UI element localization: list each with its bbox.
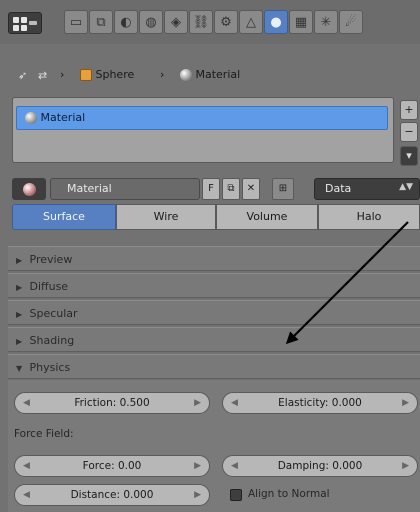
- node-toggle-button[interactable]: ⊞: [272, 178, 294, 200]
- decrement-arrow-icon[interactable]: ◀: [23, 393, 30, 413]
- add-slot-button[interactable]: +: [400, 100, 418, 120]
- link-type-value: Data: [325, 182, 352, 195]
- texture-icon[interactable]: ▦: [289, 10, 313, 34]
- distance-field[interactable]: ◀ Distance: 0.000 ▶: [14, 484, 210, 506]
- breadcrumb-separator-2: ›: [160, 68, 165, 81]
- remove-slot-button[interactable]: −: [400, 122, 418, 142]
- material-slot-label: Material: [40, 111, 86, 124]
- decrement-arrow-icon[interactable]: ◀: [23, 456, 30, 476]
- mesh-object-icon: [80, 69, 92, 81]
- world-icon[interactable]: ◍: [139, 10, 163, 34]
- new-material-button[interactable]: ⧉: [222, 178, 240, 200]
- breadcrumb-separator: ›: [60, 68, 65, 81]
- panel-preview-header[interactable]: ▶ Preview: [8, 246, 420, 271]
- scene-crumb-icon: ⇄: [38, 68, 48, 82]
- tab-wire[interactable]: Wire: [116, 204, 216, 230]
- panel-diffuse-header[interactable]: ▶ Diffuse: [8, 273, 420, 298]
- collapsed-triangle-icon: ▶: [16, 337, 23, 346]
- render-icon[interactable]: ▭: [64, 10, 88, 34]
- distance-value: Distance: 0.000: [70, 489, 154, 501]
- unlink-material-button[interactable]: ✕: [242, 178, 260, 200]
- panel-specular-title: Specular: [29, 307, 78, 320]
- panel-physics-header[interactable]: ▼ Physics: [8, 354, 420, 379]
- tab-halo[interactable]: Halo: [318, 204, 420, 230]
- increment-arrow-icon[interactable]: ▶: [402, 456, 409, 476]
- data-icon[interactable]: △: [239, 10, 263, 34]
- slot-specials-menu-button[interactable]: ▾: [400, 146, 418, 166]
- pin-icon[interactable]: ➶: [18, 68, 27, 82]
- increment-arrow-icon[interactable]: ▶: [194, 456, 201, 476]
- panel-preview-title: Preview: [29, 253, 73, 266]
- material-ball-icon: [25, 112, 37, 124]
- panel-shading-header[interactable]: ▶ Shading: [8, 327, 420, 352]
- breadcrumb-material-label: Material: [195, 68, 241, 81]
- increment-arrow-icon[interactable]: ▶: [402, 393, 409, 413]
- panel-diffuse-title: Diffuse: [29, 280, 69, 293]
- render-layers-icon[interactable]: ⧉: [89, 10, 113, 34]
- damping-value: Damping: 0.000: [277, 460, 363, 472]
- collapsed-triangle-icon: ▶: [16, 283, 23, 292]
- panel-specular-header[interactable]: ▶ Specular: [8, 300, 420, 325]
- elasticity-value: Elasticity: 0.000: [278, 397, 362, 409]
- material-ball-icon: [180, 69, 192, 81]
- panel-shading-title: Shading: [29, 334, 75, 347]
- friction-value: Friction: 0.500: [74, 397, 150, 409]
- increment-arrow-icon[interactable]: ▶: [194, 393, 201, 413]
- collapsed-triangle-icon: ▶: [16, 310, 23, 319]
- friction-field[interactable]: ◀ Friction: 0.500 ▶: [14, 392, 210, 414]
- link-type-dropdown[interactable]: Data ▲▼: [314, 178, 420, 200]
- collapsed-triangle-icon: ▶: [16, 256, 23, 265]
- force-field[interactable]: ◀ Force: 0.00 ▶: [14, 455, 210, 477]
- panel-physics-title: Physics: [29, 361, 71, 374]
- material-browse-button[interactable]: [12, 178, 46, 200]
- properties-header: ▭ ⧉ ◐ ◍ ◈ ⛓ ⚙ △ ● ▦ ✳ ☄: [0, 0, 420, 44]
- expanded-triangle-icon: ▼: [16, 364, 23, 373]
- tab-surface[interactable]: Surface: [12, 204, 116, 230]
- material-name-field[interactable]: Material: [50, 178, 200, 200]
- material-datablock-row: Material F ⧉ ✕ ⊞ Data ▲▼: [12, 178, 420, 200]
- particles-icon[interactable]: ✳: [314, 10, 338, 34]
- breadcrumb-object[interactable]: Sphere: [80, 68, 134, 81]
- decrement-arrow-icon[interactable]: ◀: [23, 485, 30, 505]
- physics-icon[interactable]: ☄: [339, 10, 363, 34]
- decrement-arrow-icon[interactable]: ◀: [231, 393, 238, 413]
- material-slot-item[interactable]: Material: [16, 106, 388, 130]
- increment-arrow-icon[interactable]: ▶: [194, 485, 201, 505]
- material-icon[interactable]: ●: [264, 10, 288, 34]
- object-icon[interactable]: ◈: [164, 10, 188, 34]
- elasticity-field[interactable]: ◀ Elasticity: 0.000 ▶: [222, 392, 418, 414]
- breadcrumb-object-label: Sphere: [95, 68, 135, 81]
- modifiers-icon[interactable]: ⚙: [214, 10, 238, 34]
- dropdown-arrows-icon: ▲▼: [399, 182, 413, 192]
- material-type-tabs: Surface Wire Volume Halo: [12, 204, 420, 230]
- force-value: Force: 0.00: [82, 460, 142, 472]
- tab-volume[interactable]: Volume: [216, 204, 318, 230]
- scene-icon[interactable]: ◐: [114, 10, 138, 34]
- fake-user-button[interactable]: F: [202, 178, 220, 200]
- align-to-normal-checkbox[interactable]: [230, 489, 242, 501]
- align-to-normal-label: Align to Normal: [248, 488, 330, 500]
- breadcrumb: ➶ ⇄ › Sphere › Material: [0, 60, 420, 90]
- editor-type-button[interactable]: [8, 12, 42, 34]
- material-ball-icon: [22, 182, 36, 196]
- decrement-arrow-icon[interactable]: ◀: [231, 456, 238, 476]
- damping-field[interactable]: ◀ Damping: 0.000 ▶: [222, 455, 418, 477]
- force-field-label: Force Field:: [14, 428, 74, 440]
- constraints-icon[interactable]: ⛓: [189, 10, 213, 34]
- breadcrumb-material[interactable]: Material: [180, 68, 240, 81]
